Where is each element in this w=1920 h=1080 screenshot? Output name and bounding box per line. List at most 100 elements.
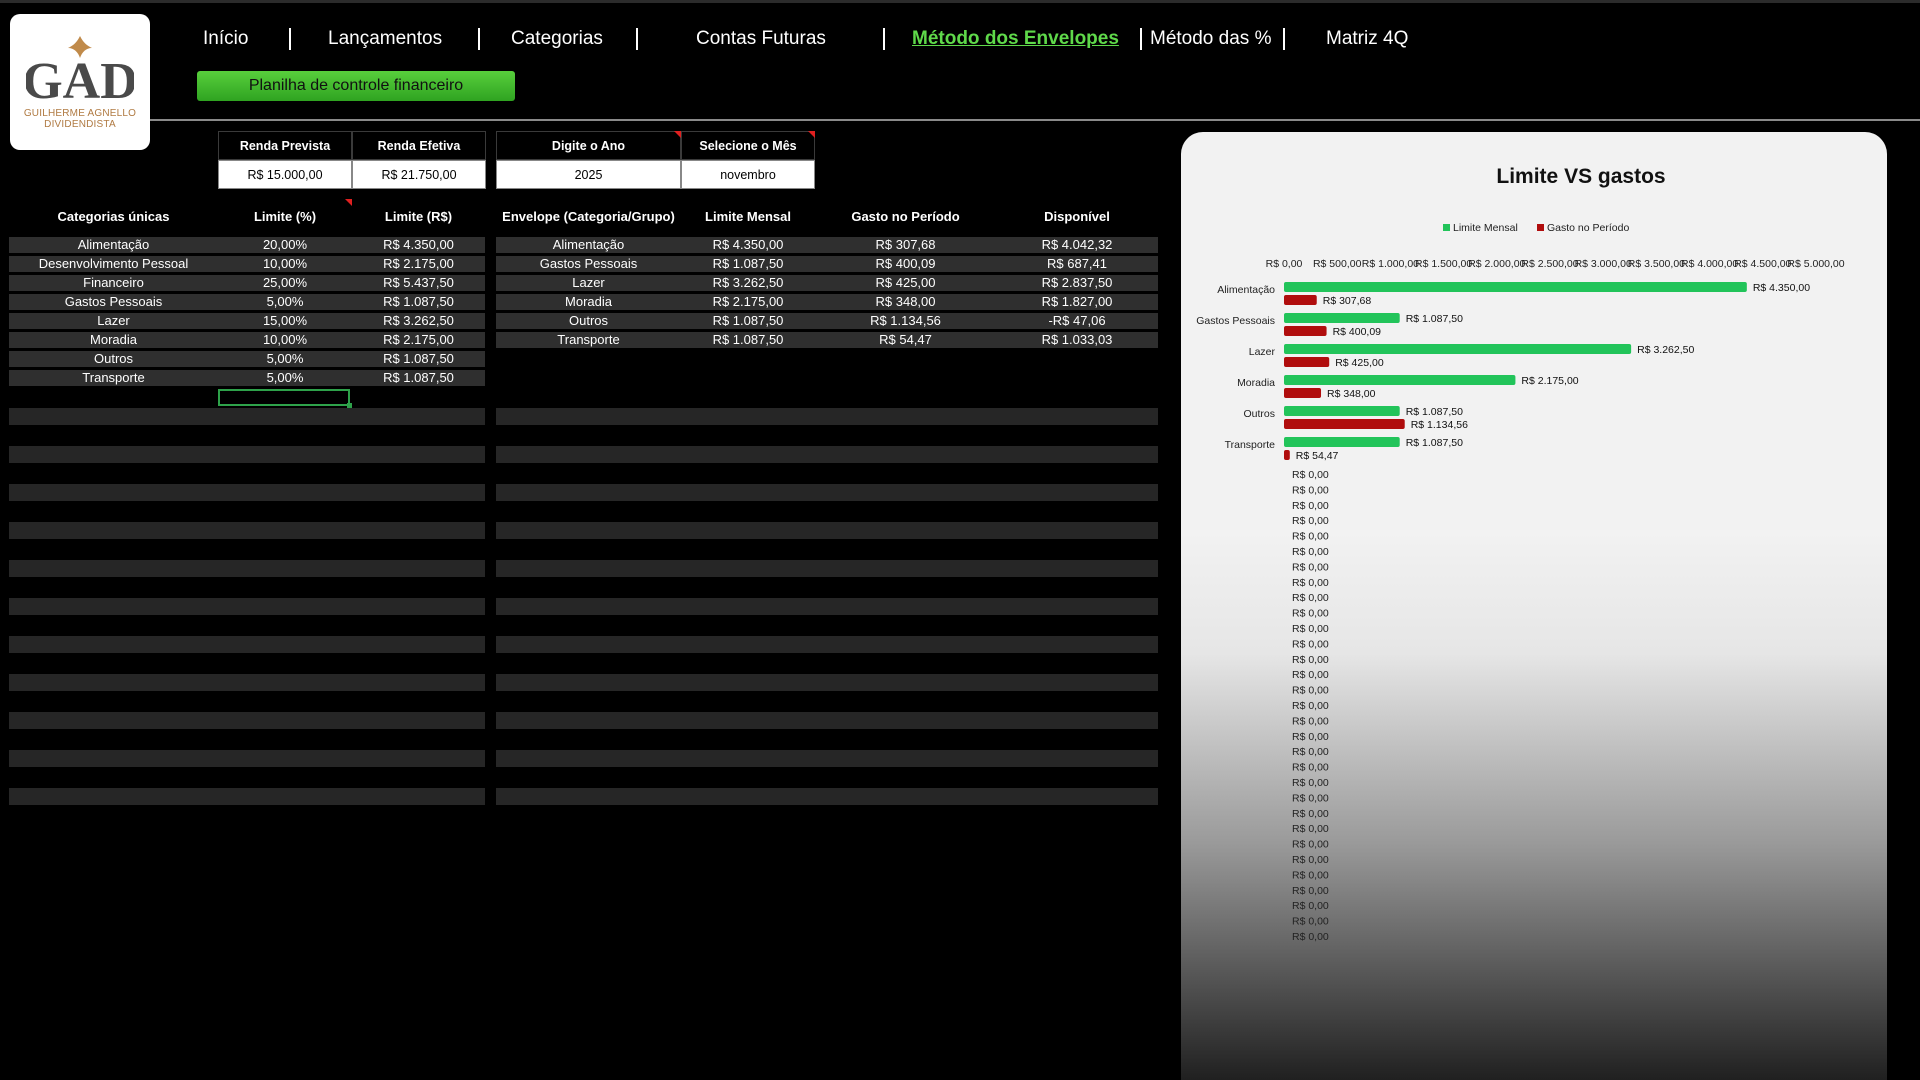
nav-separator <box>1283 28 1285 50</box>
top-border <box>0 0 1920 3</box>
nav-metodo-envelopes[interactable]: Método dos Envelopes <box>912 28 1119 52</box>
month-header: Selecione o Mês <box>681 131 815 160</box>
bar-spent-label: R$ 1.134,56 <box>1411 419 1468 431</box>
empty-row <box>9 598 485 615</box>
col-header-limit-pct: Limite (%) <box>253 209 317 224</box>
envelope-limit: R$ 2.175,00 <box>712 294 784 309</box>
nav-metodo-percentual[interactable]: Método das % <box>1150 28 1271 52</box>
table-row[interactable]: Lazer R$ 3.262,50 R$ 425,00 R$ 2.837,50 <box>496 275 1158 291</box>
empty-bar-label: R$ 0,00 <box>1292 715 1329 727</box>
empty-bar-label: R$ 0,00 <box>1292 792 1329 804</box>
bar-limit <box>1284 344 1632 354</box>
y-category-label: Gastos Pessoais <box>1196 315 1275 327</box>
empty-bar-label: R$ 0,00 <box>1292 685 1329 697</box>
nav-inicio[interactable]: Início <box>203 28 248 52</box>
empty-row <box>9 560 485 577</box>
empty-bar-label: R$ 0,00 <box>1292 577 1329 589</box>
category-limit-pct: 15,00% <box>262 313 308 328</box>
table-row[interactable]: Alimentação 20,00% R$ 4.350,00 <box>9 237 485 253</box>
envelope-name: Moradia <box>565 294 612 309</box>
nav-contas-futuras[interactable]: Contas Futuras <box>696 28 826 52</box>
x-tick-label: R$ 2.000,00 <box>1468 258 1525 270</box>
month-select[interactable]: novembro <box>681 160 815 189</box>
x-tick-label: R$ 3.000,00 <box>1575 258 1632 270</box>
empty-row <box>9 636 485 653</box>
legend-label-limit: Limite Mensal <box>1453 222 1518 234</box>
category-limit-brl: R$ 1.087,50 <box>383 351 454 366</box>
category-name: Lazer <box>97 313 130 328</box>
envelope-available: -R$ 47,06 <box>1048 313 1106 328</box>
active-cell-selection[interactable] <box>218 389 350 406</box>
empty-row <box>496 522 1158 539</box>
table-row[interactable]: Outros R$ 1.087,50 R$ 1.134,56 -R$ 47,06 <box>496 313 1158 329</box>
envelope-limit: R$ 4.350,00 <box>712 237 784 252</box>
category-limit-pct: 10,00% <box>262 256 308 271</box>
col-header-category: Categorias únicas <box>57 209 170 224</box>
table-row[interactable]: Alimentação R$ 4.350,00 R$ 307,68 R$ 4.0… <box>496 237 1158 253</box>
empty-bar-label: R$ 0,00 <box>1292 592 1329 604</box>
nav-categorias[interactable]: Categorias <box>511 28 603 52</box>
empty-row <box>9 674 485 691</box>
table-row[interactable]: Financeiro 25,00% R$ 5.437,50 <box>9 275 485 291</box>
legend-swatch-spent <box>1537 224 1544 231</box>
empty-row <box>9 522 485 539</box>
table-row[interactable]: Outros 5,00% R$ 1.087,50 <box>9 351 485 367</box>
col-header-spent: Gasto no Período <box>851 209 960 224</box>
envelope-name: Gastos Pessoais <box>539 256 638 271</box>
header-divider <box>150 119 1920 121</box>
empty-bar-label: R$ 0,00 <box>1292 931 1329 943</box>
chart-title: Limite VS gastos <box>1496 165 1665 188</box>
col-header-limit-brl: Limite (R$) <box>384 209 453 224</box>
table-row[interactable]: Gastos Pessoais R$ 1.087,50 R$ 400,09 R$… <box>496 256 1158 272</box>
empty-bar-label: R$ 0,00 <box>1292 823 1329 835</box>
empty-bar-label: R$ 0,00 <box>1292 869 1329 881</box>
empty-row <box>9 446 485 463</box>
empty-row <box>496 484 1158 501</box>
table-row[interactable]: Desenvolvimento Pessoal 10,00% R$ 2.175,… <box>9 256 485 272</box>
envelope-available: R$ 2.837,50 <box>1041 275 1113 290</box>
category-limit-brl: R$ 1.087,50 <box>383 370 454 385</box>
table-row[interactable]: Gastos Pessoais 5,00% R$ 1.087,50 <box>9 294 485 310</box>
y-category-label: Lazer <box>1249 346 1276 358</box>
empty-row <box>496 408 1158 425</box>
nav-matriz-4q[interactable]: Matriz 4Q <box>1326 28 1408 52</box>
table-row[interactable]: Moradia R$ 2.175,00 R$ 348,00 R$ 1.827,0… <box>496 294 1158 310</box>
bar-spent <box>1284 450 1290 460</box>
empty-bar-label: R$ 0,00 <box>1292 546 1329 558</box>
nav-separator <box>636 28 638 50</box>
chart-panel: Limite VS gastos Limite Mensal Gasto no … <box>1181 132 1887 1080</box>
table-row[interactable]: Lazer 15,00% R$ 3.262,50 <box>9 313 485 329</box>
empty-row <box>9 712 485 729</box>
table-row[interactable]: Transporte R$ 1.087,50 R$ 54,47 R$ 1.033… <box>496 332 1158 348</box>
x-tick-label: R$ 5.000,00 <box>1787 258 1844 270</box>
nav-separator <box>883 28 885 50</box>
year-input[interactable]: 2025 <box>496 160 681 189</box>
bar-limit-label: R$ 3.262,50 <box>1637 344 1694 356</box>
category-limit-pct: 5,00% <box>266 294 304 309</box>
envelope-limit: R$ 1.087,50 <box>712 256 784 271</box>
x-tick-label: R$ 0,00 <box>1266 258 1303 270</box>
bar-spent <box>1284 388 1322 398</box>
envelope-limit: R$ 1.087,50 <box>712 332 784 347</box>
subtitle-button[interactable]: Planilha de controle financeiro <box>197 71 515 101</box>
envelope-name: Lazer <box>572 275 605 290</box>
empty-bar-label: R$ 0,00 <box>1292 808 1329 820</box>
actual-income-value[interactable]: R$ 21.750,00 <box>352 160 486 189</box>
bar-limit <box>1284 406 1400 416</box>
category-limit-pct: 5,00% <box>266 370 304 385</box>
table-row[interactable]: Transporte 5,00% R$ 1.087,50 <box>9 370 485 386</box>
empty-bar-label: R$ 0,00 <box>1292 900 1329 912</box>
bar-spent <box>1284 357 1330 367</box>
bar-spent-label: R$ 54,47 <box>1296 450 1339 462</box>
category-limit-brl: R$ 1.087,50 <box>383 294 454 309</box>
x-tick-label: R$ 4.500,00 <box>1734 258 1791 270</box>
empty-bar-label: R$ 0,00 <box>1292 669 1329 681</box>
planned-income-value[interactable]: R$ 15.000,00 <box>218 160 352 189</box>
empty-bar-label: R$ 0,00 <box>1292 638 1329 650</box>
empty-bar-label: R$ 0,00 <box>1292 531 1329 543</box>
empty-row <box>9 484 485 501</box>
category-limit-pct: 10,00% <box>262 332 308 347</box>
table-row[interactable]: Moradia 10,00% R$ 2.175,00 <box>9 332 485 348</box>
nav-lancamentos[interactable]: Lançamentos <box>328 28 442 52</box>
envelope-spent: R$ 425,00 <box>875 275 936 290</box>
